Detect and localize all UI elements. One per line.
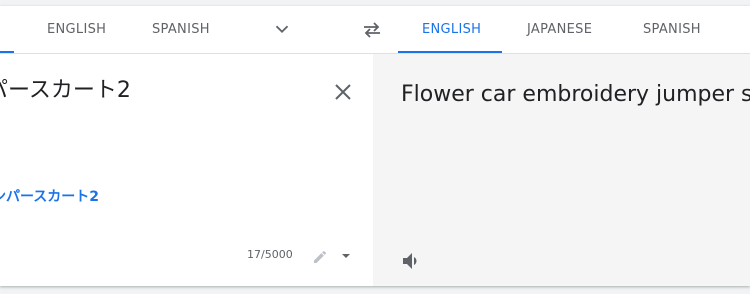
target-tab-spanish[interactable]: SPANISH [643,6,701,53]
caret-down-icon[interactable] [341,252,351,260]
source-active-tab-indicator [0,51,14,53]
target-tab-japanese[interactable]: JAPANESE [527,6,592,53]
source-pane: パースカート2 ンパースカート2 17/5000 [0,54,373,286]
source-text-input[interactable]: パースカート2 [0,72,320,104]
translate-card: ENGLISH SPANISH ENGLISH JAPANESE SPANISH… [0,6,750,286]
target-active-tab-indicator [398,51,502,53]
target-pane: Flower car embroidery jumper sk [373,54,750,286]
close-icon[interactable] [331,80,355,104]
swap-icon[interactable] [360,18,384,42]
suggestion-link[interactable]: ンパースカート2 [0,186,99,206]
source-tab-english[interactable]: ENGLISH [47,6,106,53]
chevron-down-icon[interactable] [271,18,293,40]
character-count: 17/5000 [247,248,293,261]
source-tab-spanish[interactable]: SPANISH [152,6,210,53]
speaker-icon[interactable] [400,249,424,273]
translation-output: Flower car embroidery jumper sk [401,82,750,107]
target-tab-english[interactable]: ENGLISH [422,6,481,53]
pencil-icon[interactable] [312,249,328,265]
language-bar: ENGLISH SPANISH ENGLISH JAPANESE SPANISH [0,6,750,54]
